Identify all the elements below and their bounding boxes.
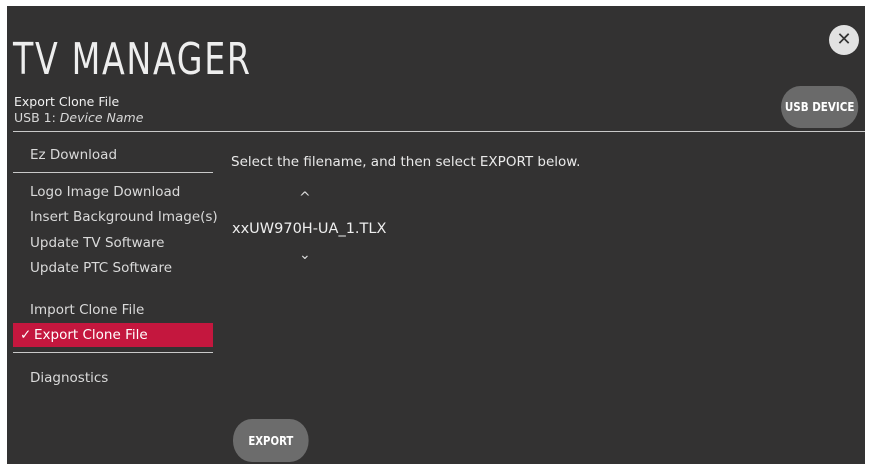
menu-item-insert-background-images[interactable]: Insert Background Image(s) bbox=[13, 205, 218, 229]
menu-item-label: Export Clone File bbox=[34, 327, 148, 343]
close-button[interactable]: ✕ bbox=[829, 25, 859, 55]
sidebar-menu: Ez Download Logo Image Download Insert B… bbox=[13, 6, 218, 464]
menu-item-export-clone-file[interactable]: ✓ Export Clone File bbox=[13, 323, 213, 347]
tv-manager-screen: TV MANAGER ✕ Export Clone File USB 1: De… bbox=[7, 6, 865, 464]
filename-selector[interactable]: xxUW970H-UA_1.TLX bbox=[232, 219, 386, 239]
menu-item-update-ptc-software[interactable]: Update PTC Software bbox=[13, 256, 213, 280]
menu-item-ez-download[interactable]: Ez Download bbox=[13, 143, 213, 167]
menu-item-logo-image-download[interactable]: Logo Image Download bbox=[13, 180, 213, 204]
menu-item-diagnostics[interactable]: Diagnostics bbox=[13, 366, 213, 390]
menu-divider bbox=[13, 172, 213, 173]
export-button[interactable]: EXPORT bbox=[233, 419, 309, 462]
menu-item-update-tv-software[interactable]: Update TV Software bbox=[13, 231, 213, 255]
scroll-down-icon[interactable]: ⌄ bbox=[299, 247, 311, 263]
usb-device-button[interactable]: USB DEVICE bbox=[781, 86, 859, 128]
menu-divider bbox=[13, 352, 213, 353]
menu-item-import-clone-file[interactable]: Import Clone File bbox=[13, 298, 213, 322]
scroll-up-icon[interactable]: ^ bbox=[299, 190, 311, 206]
instruction-text: Select the filename, and then select EXP… bbox=[231, 154, 581, 170]
close-icon: ✕ bbox=[836, 29, 852, 50]
check-icon: ✓ bbox=[20, 327, 32, 343]
